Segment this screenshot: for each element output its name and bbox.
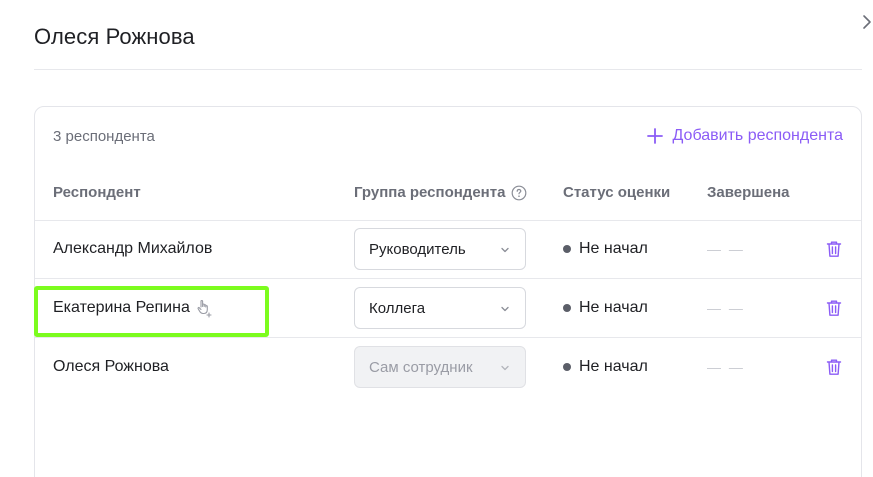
table-row: Александр Михайлов Руководитель Не начал… [35,220,861,278]
group-select-value: Руководитель [369,240,466,258]
close-button[interactable] [860,12,873,32]
column-header-completed: Завершена [707,184,790,201]
table-row: Олеся Рожнова Сам сотрудник Не начал — — [35,338,861,396]
group-select-value: Сам сотрудник [369,358,473,376]
respondents-card: 3 респондента Добавить респондента Респо… [34,106,862,477]
status-label: Не начал [579,240,648,257]
status-badge: Не начал [563,220,648,278]
status-badge: Не начал [563,279,648,337]
trash-icon [826,359,842,375]
title-divider [34,69,862,70]
status-dot-icon [563,304,571,312]
column-header-status-label: Статус оценки [563,184,671,201]
chevron-down-icon [501,247,509,253]
respondent-name: Олеся Рожнова [53,358,169,375]
status-label: Не начал [579,358,648,375]
column-header-respondent-label: Респондент [53,184,141,201]
group-select-value: Коллега [369,299,426,317]
hand-pointer-icon [196,298,214,318]
column-header-completed-label: Завершена [707,184,790,201]
add-respondent-button[interactable]: Добавить респондента [646,125,843,147]
status-badge: Не начал [563,338,648,396]
add-respondent-label: Добавить респондента [672,127,843,144]
status-dot-icon [563,245,571,253]
group-select[interactable]: Руководитель [354,228,526,270]
delete-button[interactable] [825,239,843,259]
completed-value: — — [707,300,745,316]
column-header-group-label: Группа респондента [354,184,506,201]
trash-icon [826,300,842,316]
column-header-group: Группа респондента [354,184,527,201]
group-select[interactable]: Коллега [354,287,526,329]
respondent-count: 3 респондента [53,128,155,145]
group-select-disabled: Сам сотрудник [354,346,526,388]
plus-icon [646,128,663,144]
respondent-name: Екатерина Репина [53,279,214,337]
status-dot-icon [563,363,571,371]
column-header-respondent: Респондент [53,184,141,201]
trash-icon [826,241,842,257]
status-label: Не начал [579,299,648,316]
respondent-name-text: Екатерина Репина [53,299,190,316]
page-title: Олеся Рожнова [34,24,195,49]
completed-value: — — [707,241,745,257]
chevron-down-icon [501,306,509,312]
column-header-status: Статус оценки [563,184,670,201]
completed-value: — — [707,359,745,375]
respondent-name: Александр Михайлов [53,240,213,257]
help-circle-icon[interactable] [511,185,527,201]
delete-button[interactable] [825,298,843,318]
respondents-panel: Олеся Рожнова 3 респондента Добавить рес… [0,0,873,477]
chevron-down-icon [501,365,509,371]
table-row: Екатерина Репина Коллега Не начал — — [35,279,861,337]
delete-button[interactable] [825,357,843,377]
chevron-right-icon [863,15,871,29]
